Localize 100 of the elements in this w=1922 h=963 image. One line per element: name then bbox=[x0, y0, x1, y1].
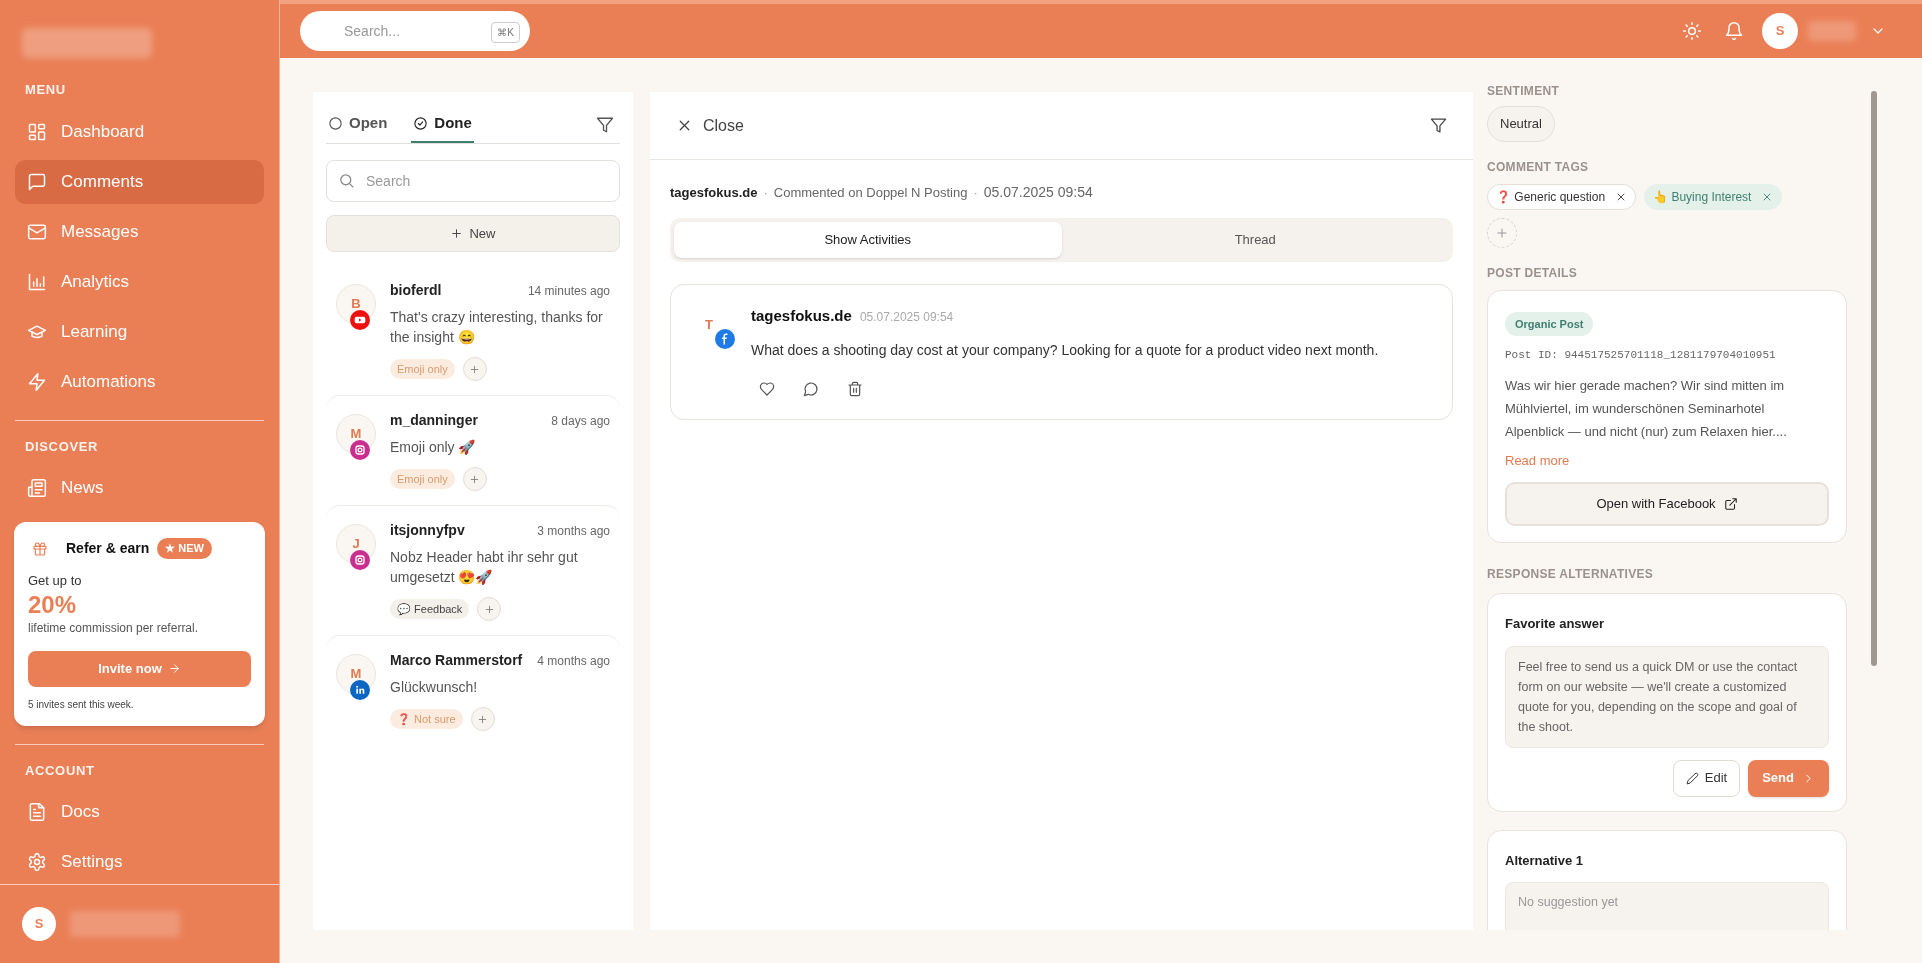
separator-dot: · bbox=[973, 183, 978, 202]
section-heading: RESPONSE ALTERNATIVES bbox=[1487, 566, 1655, 583]
nav-item[interactable]: Automations bbox=[15, 359, 264, 404]
filter-icon[interactable] bbox=[596, 115, 614, 134]
nav-item[interactable]: Learning bbox=[15, 309, 264, 354]
comment-time: 4 months ago bbox=[537, 653, 610, 670]
open-facebook-button[interactable]: Open with Facebook bbox=[1505, 482, 1829, 526]
circle-icon bbox=[328, 116, 343, 131]
plus-icon bbox=[477, 713, 489, 725]
response-title: Alternative 1 bbox=[1505, 851, 1585, 870]
external-link-icon bbox=[1723, 497, 1738, 511]
comment-item[interactable]: M Marco Rammerstorf 4 months ago Glückwunsch! ❓ Not sure bbox=[326, 635, 620, 745]
post-type-badge: Organic Post bbox=[1505, 311, 1594, 336]
comment-author: bioferdl bbox=[390, 281, 442, 300]
view-tab[interactable]: Show Activities bbox=[674, 222, 1062, 258]
post-id: Post ID: 944517525701118_1281179704010951 bbox=[1505, 348, 1777, 363]
plus-icon bbox=[483, 603, 495, 615]
dashboard-icon bbox=[27, 121, 47, 142]
user-name bbox=[1808, 21, 1856, 41]
new-button[interactable]: New bbox=[326, 215, 620, 252]
read-more-link[interactable]: Read more bbox=[1505, 450, 1829, 470]
nav-item[interactable]: News bbox=[15, 466, 264, 510]
comment-text: Nobz Header habt ihr sehr gut umgesetzt 😍🚀 bbox=[390, 548, 579, 587]
comment-date: 05.07.2025 09:54 bbox=[983, 183, 1093, 202]
add-tag-button[interactable] bbox=[477, 597, 502, 621]
add-tag-button[interactable] bbox=[462, 357, 487, 381]
promo-title: Refer & earn bbox=[66, 539, 150, 558]
section-heading: MENU bbox=[24, 81, 67, 99]
response-text: Feel free to send us a quick DM or use the contact form on our website — we'll create a customized quote for you, depending on the scope and goal of the shoot. bbox=[1505, 645, 1829, 748]
comment-time: 3 months ago bbox=[537, 523, 610, 540]
avatar: T bbox=[705, 316, 714, 334]
pencil-icon bbox=[1685, 771, 1699, 785]
check-circle-icon bbox=[413, 116, 429, 131]
comment-item[interactable]: J itsjonnyfpv 3 months ago Nobz Header habt ihr sehr gut umgesetzt 😍🚀 💬 Feedback bbox=[326, 505, 620, 635]
response-field[interactable]: No suggestion yet bbox=[1505, 882, 1829, 930]
invite-button[interactable]: Invite now bbox=[28, 650, 251, 687]
send-button[interactable]: Send bbox=[1748, 759, 1829, 797]
comment-tag[interactable]: ❓ Generic question bbox=[1487, 183, 1637, 210]
nav-item[interactable]: Comments bbox=[15, 159, 264, 204]
comment-item[interactable]: M m_danninger 8 days ago Emoji only 🚀 Emoji only bbox=[326, 395, 620, 505]
reply-icon[interactable] bbox=[803, 380, 819, 397]
newspaper-icon bbox=[27, 478, 47, 498]
comment-author: m_danninger bbox=[390, 411, 478, 430]
comment-context: Commented on Doppel N Posting bbox=[773, 183, 968, 202]
comment-item[interactable]: B bioferdl 14 minutes ago That's crazy interesting, thanks for the insight 😄 Emoji only bbox=[326, 266, 620, 395]
nav-item[interactable]: Messages bbox=[15, 209, 264, 254]
nav-item[interactable]: Dashboard bbox=[15, 109, 264, 154]
edit-button[interactable]: Edit bbox=[1672, 759, 1741, 797]
post-text: Was wir hier gerade machen? Wir sind mitten im Mühlviertel, im wunderschönen Seminarhotel Alpenblick — und nicht (nur) zum Relaxen hier.... bbox=[1505, 376, 1788, 441]
promo-text: lifetime commission per referral. bbox=[28, 619, 200, 637]
comment-time: 14 minutes ago bbox=[527, 283, 610, 300]
search-field[interactable]: Search bbox=[326, 160, 620, 202]
section-heading: POST DETAILS bbox=[1487, 264, 1579, 282]
settings-icon bbox=[27, 852, 47, 872]
status-tab[interactable]: Done bbox=[411, 106, 474, 143]
sun-icon[interactable] bbox=[1682, 21, 1702, 41]
bar-chart-icon bbox=[27, 271, 47, 292]
nav-item[interactable]: Settings bbox=[15, 840, 264, 884]
promo-lead: Get up to bbox=[28, 572, 83, 590]
status-tab[interactable]: Open bbox=[326, 106, 390, 143]
comment-tag[interactable]: 💬 Feedback bbox=[390, 598, 470, 620]
notification-icon[interactable] bbox=[1724, 21, 1744, 41]
filter-icon[interactable] bbox=[1430, 117, 1447, 134]
activity-author: tagesfokus.de bbox=[751, 306, 852, 326]
response-title: Favorite answer bbox=[1505, 615, 1605, 633]
comment-author: Marco Rammerstorf bbox=[390, 651, 523, 670]
comment-tag[interactable]: Emoji only bbox=[390, 468, 455, 490]
add-tag-button[interactable] bbox=[462, 467, 487, 491]
plus-icon bbox=[469, 473, 481, 485]
lightning-icon bbox=[27, 371, 47, 392]
close-button[interactable]: Close bbox=[676, 113, 744, 138]
chat-bubble-icon bbox=[27, 171, 47, 192]
add-tag-button[interactable] bbox=[470, 707, 495, 731]
sentiment-badge: Neutral bbox=[1487, 106, 1555, 142]
facebook-badge-icon bbox=[715, 329, 735, 349]
section-heading: SENTIMENT bbox=[1487, 83, 1561, 100]
scrollbar[interactable] bbox=[1871, 91, 1877, 666]
arrow-right-icon bbox=[167, 662, 181, 675]
comment-tag[interactable]: ❓ Not sure bbox=[390, 708, 463, 730]
separator-dot: · bbox=[763, 183, 768, 202]
delete-icon[interactable] bbox=[847, 380, 863, 397]
nav-item[interactable]: Docs bbox=[15, 790, 264, 834]
activity-time: 05.07.2025 09:54 bbox=[859, 309, 954, 326]
plus-icon bbox=[450, 227, 464, 240]
heart-icon[interactable] bbox=[759, 380, 775, 397]
comment-tag[interactable]: 👆 Buying Interest bbox=[1644, 183, 1783, 210]
comment-tag[interactable]: Emoji only bbox=[390, 358, 455, 380]
comment-author: tagesfokus.de bbox=[670, 183, 758, 202]
plus-icon bbox=[469, 363, 481, 375]
user-avatar[interactable]: S bbox=[1762, 13, 1798, 49]
nav-item[interactable]: Analytics bbox=[15, 259, 264, 304]
view-tab[interactable]: Thread bbox=[1061, 222, 1449, 258]
comment-author: itsjonnyfpv bbox=[390, 521, 465, 540]
document-icon bbox=[27, 802, 47, 822]
user-avatar[interactable]: S bbox=[22, 907, 56, 941]
section-heading: COMMENT TAGS bbox=[1487, 158, 1590, 176]
promo-note: 5 invites sent this week. bbox=[28, 697, 135, 712]
promo-figure: 20% bbox=[28, 590, 78, 619]
comment-text: Glückwunsch! bbox=[390, 678, 479, 697]
gift-icon bbox=[32, 540, 48, 557]
